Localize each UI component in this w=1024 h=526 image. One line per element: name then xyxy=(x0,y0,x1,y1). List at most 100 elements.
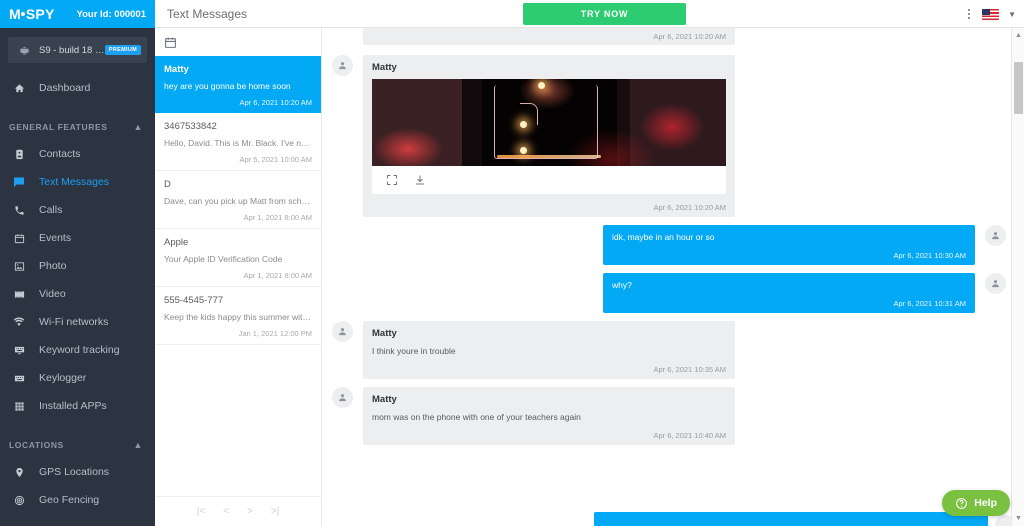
photo-icon xyxy=(8,261,30,272)
chevron-up-icon: ▲ xyxy=(133,122,143,132)
list-item[interactable]: D Dave, can you pick up Matt from schoo.… xyxy=(155,171,321,229)
message-bubble: Matty I think youre in trouble Apr 6, 20… xyxy=(363,321,735,379)
list-item[interactable]: 3467533842 Hello, David. This is Mr. Bla… xyxy=(155,113,321,171)
list-item[interactable]: 555-4545-777 Keep the kids happy this su… xyxy=(155,287,321,345)
scroll-up-icon[interactable]: ▲ xyxy=(1012,29,1024,42)
question-circle-icon xyxy=(955,497,968,510)
brand-header: M SPY Your Id: 000001 xyxy=(0,0,155,28)
avatar xyxy=(985,225,1006,246)
sidebar-section-label: LOCATIONS xyxy=(9,440,64,450)
avatar xyxy=(332,387,353,408)
conversation-preview: Dave, can you pick up Matt from schoo... xyxy=(164,196,312,206)
try-now-button[interactable]: TRY NOW xyxy=(523,3,686,25)
sidebar-item-calls[interactable]: Calls xyxy=(0,196,155,224)
message-sender: Matty xyxy=(372,328,397,339)
message-time: Apr 6, 2021 10:20 AM xyxy=(653,203,726,212)
sidebar-item-contacts[interactable]: Contacts xyxy=(0,140,155,168)
list-item[interactable]: Matty hey are you gonna be home soon Apr… xyxy=(155,56,321,113)
conversation-time: Jan 1, 2021 12:00 PM xyxy=(238,329,312,338)
pagination-last-button[interactable]: >| xyxy=(271,506,279,517)
sidebar-item-label: Keylogger xyxy=(39,372,87,384)
message-time: Apr 6, 2021 10:20 AM xyxy=(653,32,726,41)
sidebar-item-events[interactable]: Events xyxy=(0,224,155,252)
phone-icon xyxy=(8,205,30,216)
conversation-name: D xyxy=(164,179,171,190)
message-photo-card xyxy=(372,79,726,194)
calendar-icon xyxy=(8,233,30,244)
download-icon[interactable] xyxy=(414,174,426,186)
message-bubble: Apr 6, 2021 10:20 AM xyxy=(363,28,735,45)
topbar: Text Messages TRY NOW ▼ xyxy=(155,0,1024,28)
us-flag-icon[interactable] xyxy=(982,8,1000,20)
message-row: Matty Apr 6, 2021 10:20 AM xyxy=(332,55,1006,217)
help-button[interactable]: Help xyxy=(942,490,1010,516)
pagination-prev-button[interactable]: < xyxy=(223,506,229,517)
message-photo[interactable] xyxy=(372,79,726,166)
sidebar-item-label: Keyword tracking xyxy=(39,344,120,356)
sidebar-item-label: Contacts xyxy=(39,148,81,160)
calendar-icon[interactable] xyxy=(164,36,177,49)
conversation-time: Apr 5, 2021 10:00 AM xyxy=(239,155,312,164)
mspy-dashboard: M SPY Your Id: 000001 S9 - build 18 -... … xyxy=(0,0,1024,526)
conversation-list-panel: Matty hey are you gonna be home soon Apr… xyxy=(155,28,322,526)
sidebar-item-text-messages[interactable]: Text Messages xyxy=(0,168,155,196)
conversation-time: Apr 1, 2021 8:00 AM xyxy=(243,213,312,222)
message-thread: Apr 6, 2021 10:20 AM Matty Apr 6, 2021 1… xyxy=(322,28,1024,526)
sidebar-item-dashboard[interactable]: Dashboard xyxy=(0,74,155,102)
conversation-preview: Your Apple ID Verification Code xyxy=(164,254,283,264)
kebab-menu-icon[interactable] xyxy=(965,7,973,21)
message-time: Apr 6, 2021 10:35 AM xyxy=(653,365,726,374)
logo-dot-icon xyxy=(20,12,25,16)
page-scrollbar-thumb[interactable] xyxy=(1014,62,1023,114)
chevron-down-icon[interactable]: ▼ xyxy=(1008,10,1016,19)
sidebar-section-general[interactable]: GENERAL FEATURES ▲ xyxy=(0,114,155,140)
page-scrollbar[interactable]: ▲ ▼ xyxy=(1011,28,1024,526)
account-id: Your Id: 000001 xyxy=(76,8,146,20)
sidebar-item-keylogger[interactable]: Keylogger xyxy=(0,364,155,392)
sidebar-item-label: Calls xyxy=(39,204,63,216)
pagination-next-button[interactable]: > xyxy=(247,506,253,517)
sidebar-section-locations[interactable]: LOCATIONS ▲ xyxy=(0,432,155,458)
target-icon xyxy=(8,495,30,506)
premium-badge: PREMIUM xyxy=(104,45,141,55)
message-time: Apr 6, 2021 10:30 AM xyxy=(893,251,966,260)
pagination-first-button[interactable]: |< xyxy=(197,506,205,517)
conversation-name: 3467533842 xyxy=(164,121,217,132)
message-time: Apr 6, 2021 10:31 AM xyxy=(893,299,966,308)
home-icon xyxy=(8,83,30,94)
message-row: Matty mom was on the phone with one of y… xyxy=(332,387,1006,445)
wifi-icon xyxy=(8,316,30,328)
sidebar-item-label: GPS Locations xyxy=(39,466,110,478)
sidebar-item-label: Text Messages xyxy=(39,176,110,188)
sidebar-item-installed-apps[interactable]: Installed APPs xyxy=(0,392,155,420)
grid-icon xyxy=(8,401,30,412)
mspy-logo[interactable]: M SPY xyxy=(9,6,55,22)
sidebar-item-wifi-networks[interactable]: Wi-Fi networks xyxy=(0,308,155,336)
fullscreen-icon[interactable] xyxy=(386,174,398,186)
sidebar-item-label: Events xyxy=(39,232,72,244)
sidebar-item-gps-locations[interactable]: GPS Locations xyxy=(0,458,155,486)
sidebar-item-geo-fencing[interactable]: Geo Fencing xyxy=(0,486,155,514)
message-time: Apr 6, 2021 10:40 AM xyxy=(653,431,726,440)
device-selector[interactable]: S9 - build 18 -... PREMIUM xyxy=(8,37,147,63)
list-item[interactable]: Apple Your Apple ID Verification Code Ap… xyxy=(155,229,321,287)
message-row-partial: Apr 6, 2021 10:20 AM xyxy=(332,28,1006,45)
topbar-actions: ▼ xyxy=(965,0,1016,28)
sidebar-item-video[interactable]: Video xyxy=(0,280,155,308)
avatar xyxy=(985,273,1006,294)
conversation-preview: hey are you gonna be home soon xyxy=(164,81,291,91)
main-panel: Text Messages TRY NOW ▼ Matty hey are yo… xyxy=(155,0,1024,526)
sidebar-item-photo[interactable]: Photo xyxy=(0,252,155,280)
contacts-icon xyxy=(8,148,30,160)
sidebar: M SPY Your Id: 000001 S9 - build 18 -... … xyxy=(0,0,155,526)
conversation-name: Matty xyxy=(164,64,189,75)
scroll-down-icon[interactable]: ▼ xyxy=(1012,512,1024,525)
video-icon xyxy=(8,289,30,300)
message-row: Matty I think youre in trouble Apr 6, 20… xyxy=(332,321,1006,379)
sidebar-item-keyword-tracking[interactable]: Keyword tracking xyxy=(0,336,155,364)
help-button-label: Help xyxy=(974,497,997,509)
sidebar-item-label: Wi-Fi networks xyxy=(39,316,109,328)
conversation-list: Matty hey are you gonna be home soon Apr… xyxy=(155,56,321,496)
message-bubble: why? Apr 6, 2021 10:31 AM xyxy=(603,273,975,313)
message-bubble-partial xyxy=(594,512,988,526)
